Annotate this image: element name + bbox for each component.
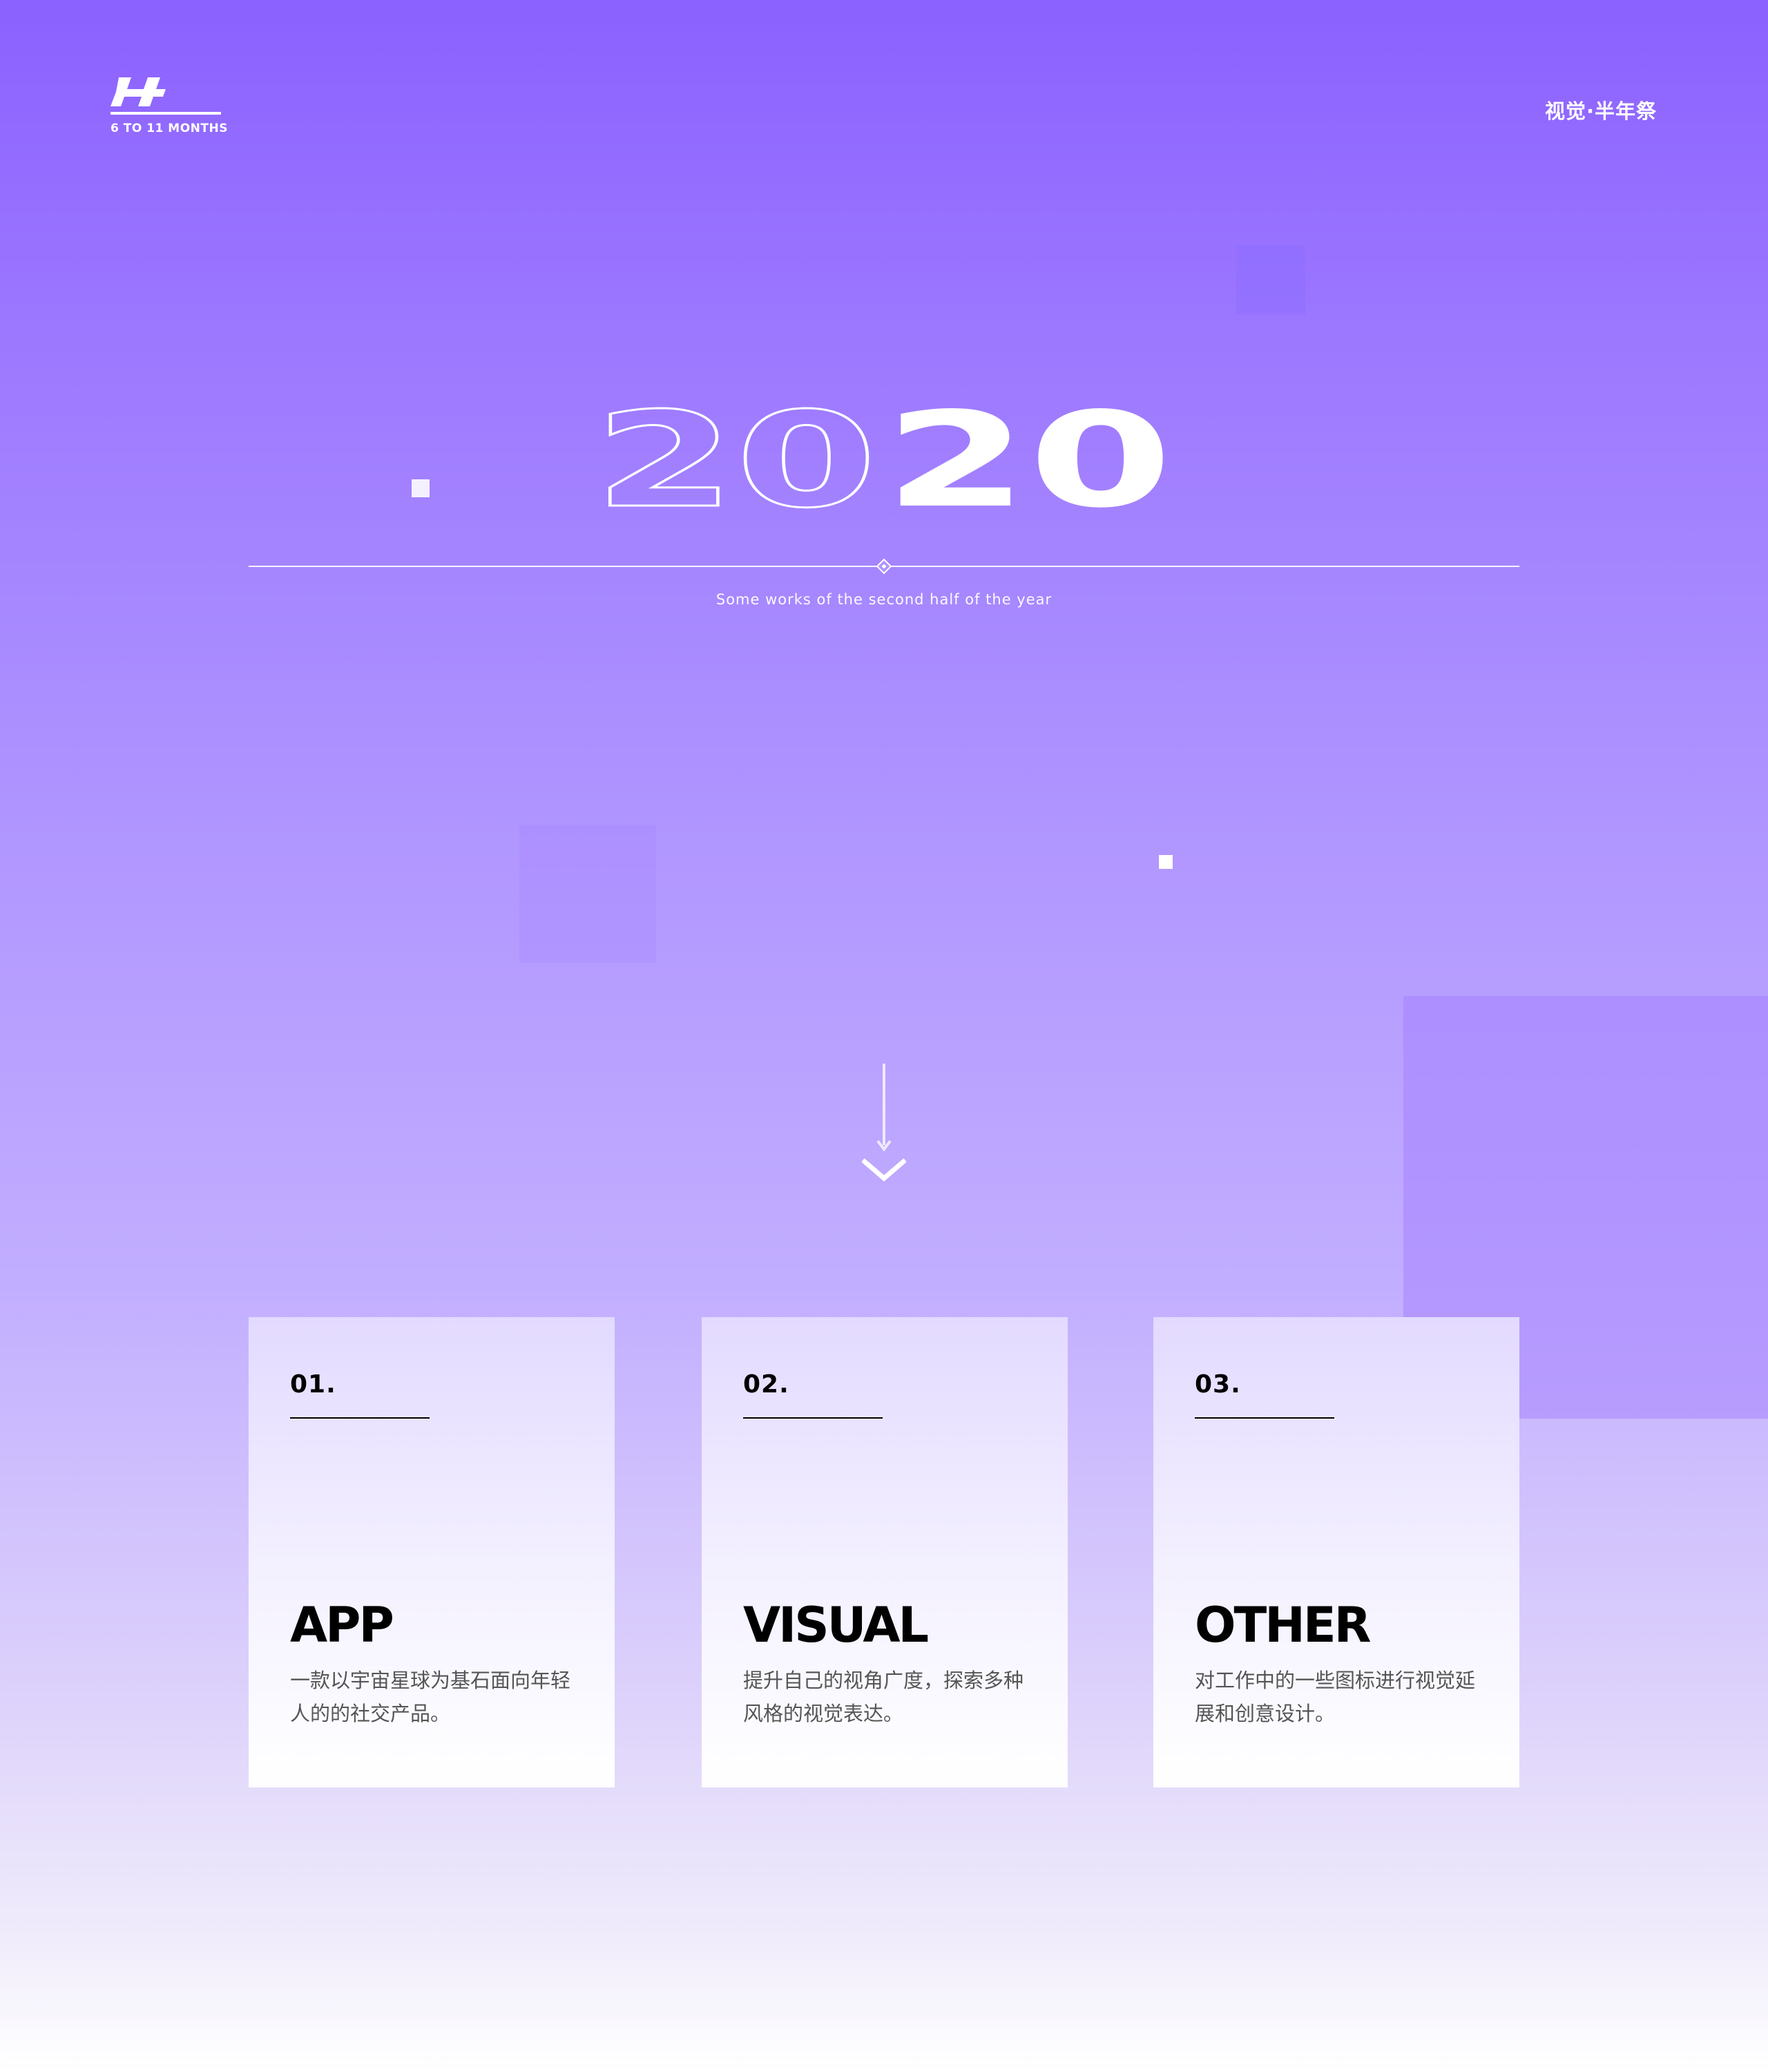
category-card-app[interactable]: 01. APP 一款以宇宙星球为基石面向年轻人的的社交产品。 <box>249 1317 615 1787</box>
diamond-icon <box>876 558 892 575</box>
card-description: 一款以宇宙星球为基石面向年轻人的的社交产品。 <box>290 1669 571 1725</box>
card-title: OTHER <box>1195 1597 1372 1653</box>
category-card-list: 01. APP 一款以宇宙星球为基石面向年轻人的的社交产品。 02. VISUA… <box>249 1317 1519 1787</box>
card-number: 01. <box>290 1370 336 1399</box>
category-card-other[interactable]: 03. OTHER 对工作中的一些图标进行视觉延展和创意设计。 <box>1153 1317 1519 1787</box>
card-description: 提升自己的视角广度，探索多种风格的视觉表达。 <box>743 1669 1024 1725</box>
hero-year-filled-digits: 20 <box>884 384 1173 537</box>
brand-logo[interactable]: 6 TO 11 MONTHS <box>110 77 228 140</box>
card-underline <box>1195 1417 1334 1419</box>
arrow-down-icon[interactable] <box>862 1064 906 1182</box>
card-title: VISUAL <box>743 1597 929 1653</box>
card-number: 03. <box>1195 1370 1241 1399</box>
card-description: 对工作中的一些图标进行视觉延展和创意设计。 <box>1195 1669 1476 1725</box>
logo-caption: 6 TO 11 MONTHS <box>110 122 228 135</box>
decorative-dot-right <box>1159 855 1173 869</box>
card-number: 02. <box>743 1370 789 1399</box>
decorative-square-middle-left <box>519 825 656 963</box>
hero-year-heading: 20 20 <box>593 383 1173 538</box>
decorative-dot-left <box>412 479 430 497</box>
decorative-square-top-right <box>1236 245 1305 314</box>
hero-year-outline-digits: 20 <box>594 384 877 537</box>
card-title: APP <box>290 1597 394 1653</box>
hero-subtitle: Some works of the second half of the yea… <box>715 591 1053 608</box>
logo-underline <box>110 112 221 115</box>
category-card-visual[interactable]: 02. VISUAL 提升自己的视角广度，探索多种风格的视觉表达。 <box>702 1317 1068 1787</box>
card-underline <box>743 1417 883 1419</box>
brand-logo-icon <box>110 77 166 106</box>
card-underline <box>290 1417 430 1419</box>
page-title: 视觉·半年祭 <box>1544 99 1657 123</box>
